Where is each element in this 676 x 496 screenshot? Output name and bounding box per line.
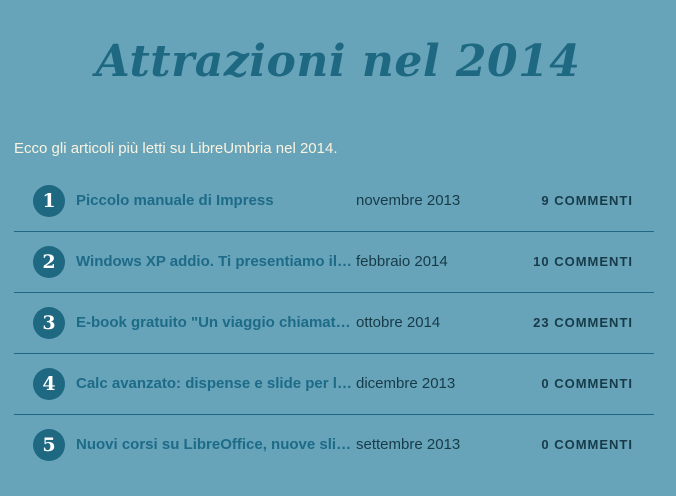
rank-badge: 1 [33,185,65,217]
comments-link[interactable]: 10 COMMENTI [533,252,633,272]
comments-link[interactable]: 0 COMMENTI [541,435,633,455]
article-date: novembre 2013 [356,192,461,209]
list-item: 1 Piccolo manuale di Impress novembre 20… [14,171,654,232]
rank-badge: 3 [33,307,65,339]
rank-badge: 5 [33,429,65,461]
intro-text: Ecco gli articoli più letti su LibreUmbr… [14,140,338,157]
list-item: 4 Calc avanzato: dispense e slide per la… [14,354,654,415]
rank-badge: 4 [33,368,65,400]
comments-link[interactable]: 9 COMMENTI [541,191,633,211]
article-date: settembre 2013 [356,436,461,453]
comments-link[interactable]: 23 COMMENTI [533,313,633,333]
article-date: febbraio 2014 [356,253,448,270]
article-title-link[interactable]: Calc avanzato: dispense e slide per la l… [76,374,353,394]
article-title-link[interactable]: Piccolo manuale di Impress [76,191,353,211]
list-item: 2 Windows XP addio. Ti presentiamo il s…… [14,232,654,293]
article-title-link[interactable]: Windows XP addio. Ti presentiamo il s… [76,252,353,272]
article-date: dicembre 2013 [356,375,456,392]
article-date: ottobre 2014 [356,314,441,331]
rank-badge: 2 [33,246,65,278]
comments-link[interactable]: 0 COMMENTI [541,374,633,394]
list-item: 5 Nuovi corsi su LibreOffice, nuove slid… [14,415,654,475]
list-item: 3 E-book gratuito "Un viaggio chiamato …… [14,293,654,354]
article-title-link[interactable]: E-book gratuito "Un viaggio chiamato … [76,313,353,333]
article-title-link[interactable]: Nuovi corsi su LibreOffice, nuove slide … [76,435,353,455]
page-title: Attrazioni nel 2014 [95,36,581,87]
article-list: 1 Piccolo manuale di Impress novembre 20… [14,171,654,475]
